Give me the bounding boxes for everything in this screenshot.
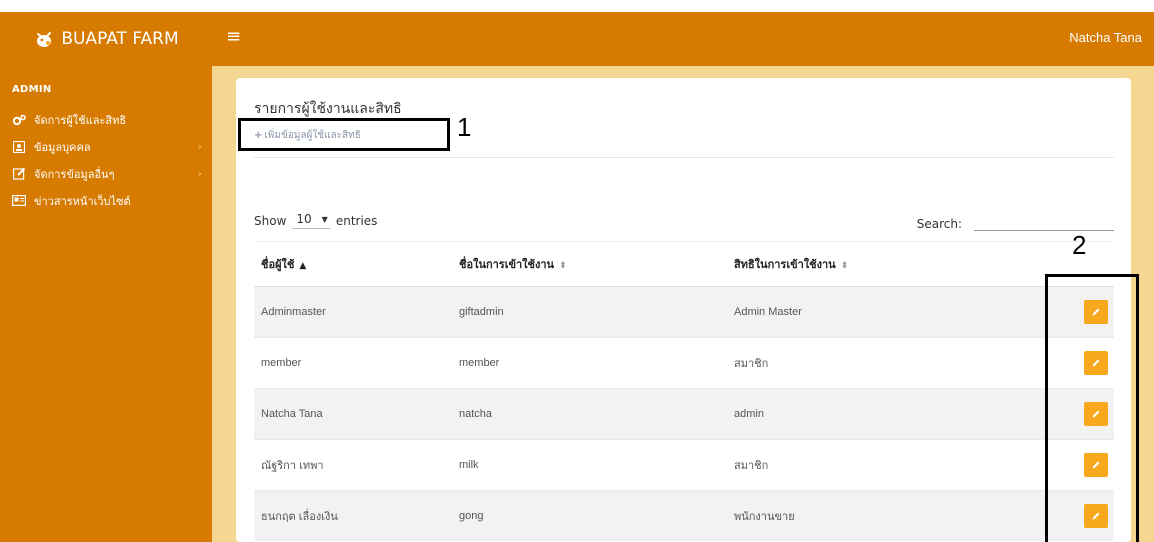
- page-length-control: Show 10 ▼ entries: [254, 212, 377, 229]
- user-menu[interactable]: Natcha Tana: [1069, 30, 1142, 45]
- cogs-icon: [12, 113, 26, 127]
- annotation-box-1: [238, 118, 450, 151]
- column-header-username[interactable]: ชื่อในการเข้าใช้งาน ⬍: [452, 241, 727, 287]
- cell-username: member: [452, 337, 727, 389]
- column-header-label: ชื่อในการเข้าใช้งาน: [459, 258, 555, 271]
- sidebar-item-manage-users[interactable]: จัดการผู้ใช้และสิทธิ: [0, 106, 212, 133]
- cell-username: natcha: [452, 388, 727, 440]
- annotation-label-1: 1: [457, 112, 472, 142]
- page-length-select[interactable]: 10 ▼: [292, 212, 330, 229]
- sidebar-item-personal-data[interactable]: ข้อมูลบุคคล ›: [0, 133, 212, 160]
- users-table: ชื่อผู้ใช้ ▲ ชื่อในการเข้าใช้งาน ⬍ สิทธิใน…: [254, 241, 1114, 541]
- annotation-label-2: 2: [1072, 230, 1087, 260]
- newspaper-icon: [12, 194, 26, 208]
- cell-role: พนักงานขาย: [727, 490, 1035, 541]
- table-row: ธนกฤต เลื่องเงิน gong พนักงานขาย: [254, 490, 1114, 541]
- top-navbar: BUAPAT FARM ≡ Natcha Tana: [0, 12, 1154, 66]
- cell-username: gong: [452, 490, 727, 541]
- cell-role: admin: [727, 388, 1035, 440]
- person-card-icon: [12, 140, 26, 154]
- search-input[interactable]: [974, 212, 1114, 231]
- sidebar: ADMIN จัดการผู้ใช้และสิทธิ ข้อมูลบุคคล ›: [0, 66, 212, 542]
- search-control: Search:: [917, 212, 1114, 231]
- search-label: Search:: [916, 217, 962, 231]
- hamburger-icon[interactable]: ≡: [226, 26, 241, 47]
- table-header-row: ชื่อผู้ใช้ ▲ ชื่อในการเข้าใช้งาน ⬍ สิทธิใน…: [254, 241, 1114, 287]
- chevron-right-icon: ›: [197, 167, 202, 180]
- column-header-label: สิทธิในการเข้าใช้งาน: [734, 258, 836, 271]
- table-row: member member สมาชิก: [254, 337, 1114, 389]
- cell-name: Adminmaster: [254, 286, 452, 338]
- show-label: Show: [254, 213, 287, 228]
- sidebar-item-website-news[interactable]: ข่าวสารหน้าเว็บไซต์: [0, 187, 212, 214]
- farm-logo-icon: [33, 28, 55, 50]
- sort-asc-icon: ▲: [299, 261, 307, 271]
- sidebar-item-label: จัดการผู้ใช้และสิทธิ: [34, 113, 127, 127]
- cell-name: member: [254, 337, 452, 389]
- brand-name: BUAPAT FARM: [61, 29, 179, 49]
- sort-both-icon: ⬍: [559, 261, 567, 271]
- divider: [254, 157, 1114, 158]
- sort-both-icon: ⬍: [840, 261, 849, 271]
- edit-icon: [12, 167, 26, 181]
- entries-label: entries: [335, 213, 378, 228]
- caret-down-icon: ▼: [321, 214, 328, 224]
- sidebar-item-label: ข้อมูลบุคคล: [34, 140, 91, 154]
- sidebar-item-manage-other[interactable]: จัดการข้อมูลอื่นๆ ›: [0, 160, 212, 187]
- cell-name: Natcha Tana: [254, 388, 452, 440]
- cell-role: สมาชิก: [727, 337, 1035, 389]
- cell-role: Admin Master: [727, 286, 1035, 338]
- brand[interactable]: BUAPAT FARM: [0, 12, 212, 66]
- column-header-role[interactable]: สิทธิในการเข้าใช้งาน ⬍: [727, 241, 1035, 287]
- cell-username: milk: [452, 439, 727, 491]
- annotation-box-2: [1045, 274, 1139, 542]
- cell-username: giftadmin: [452, 286, 727, 338]
- sidebar-item-label: จัดการข้อมูลอื่นๆ: [34, 167, 115, 181]
- sidebar-header: ADMIN: [12, 84, 52, 95]
- cell-role: สมาชิก: [727, 439, 1035, 491]
- chevron-right-icon: ›: [197, 140, 202, 153]
- table-row: ณัฐริกา เทพา milk สมาชิก: [254, 439, 1114, 491]
- table-row: Natcha Tana natcha admin: [254, 388, 1114, 440]
- column-header-name[interactable]: ชื่อผู้ใช้ ▲: [254, 241, 452, 287]
- page-title: รายการผู้ใช้งานและสิทธิ: [254, 101, 402, 117]
- table-row: Adminmaster giftadmin Admin Master: [254, 286, 1114, 338]
- cell-name: ธนกฤต เลื่องเงิน: [254, 490, 452, 541]
- page-length-value: 10: [296, 212, 312, 226]
- sidebar-item-label: ข่าวสารหน้าเว็บไซต์: [34, 194, 131, 208]
- column-header-label: ชื่อผู้ใช้: [261, 258, 295, 271]
- cell-name: ณัฐริกา เทพา: [254, 439, 452, 491]
